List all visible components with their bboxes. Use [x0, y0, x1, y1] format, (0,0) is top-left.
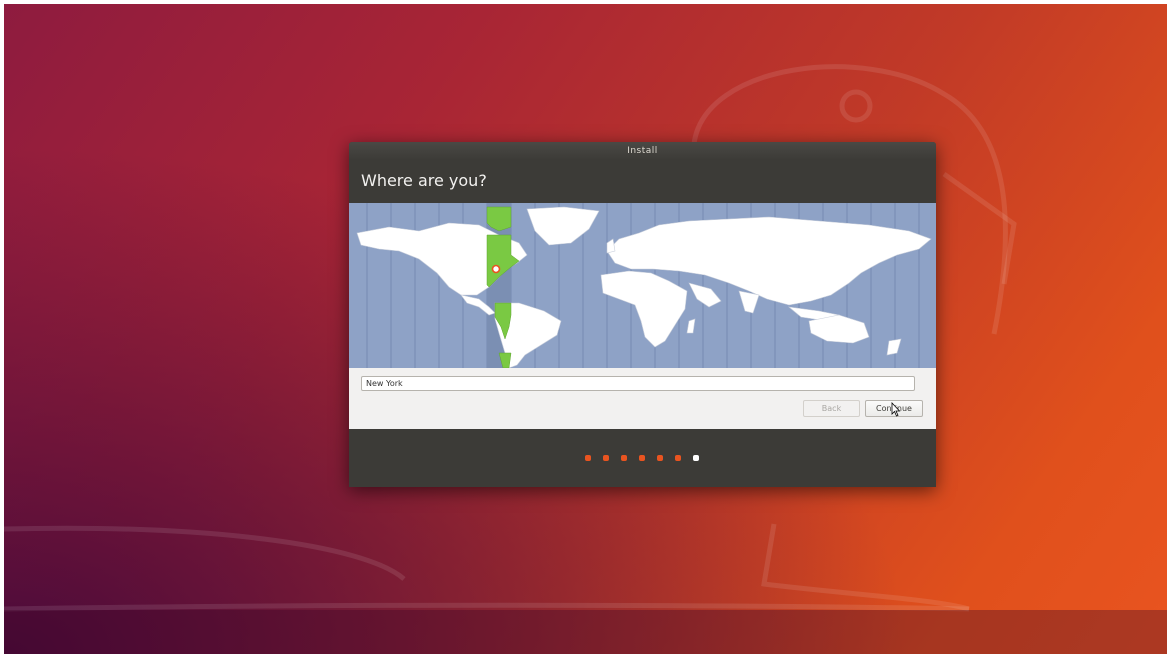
progress-dot — [621, 455, 627, 461]
progress-dot — [603, 455, 609, 461]
bottom-panel-shade — [4, 610, 1167, 654]
installer-window: Install Where are you? New York Back — [349, 142, 936, 487]
timezone-map[interactable] — [349, 203, 936, 368]
location-input[interactable] — [361, 376, 915, 391]
progress-dot — [585, 455, 591, 461]
location-marker — [491, 264, 501, 274]
window-title: Install — [349, 142, 936, 160]
location-panel: Back Continue — [349, 368, 936, 429]
progress-dot — [639, 455, 645, 461]
page-heading: Where are you? — [361, 171, 487, 190]
progress-dot — [675, 455, 681, 461]
progress-dot-current — [693, 455, 699, 461]
progress-dot — [657, 455, 663, 461]
back-button[interactable]: Back — [803, 400, 860, 417]
installer-footer — [349, 429, 936, 487]
mouse-pointer-icon — [891, 402, 901, 417]
